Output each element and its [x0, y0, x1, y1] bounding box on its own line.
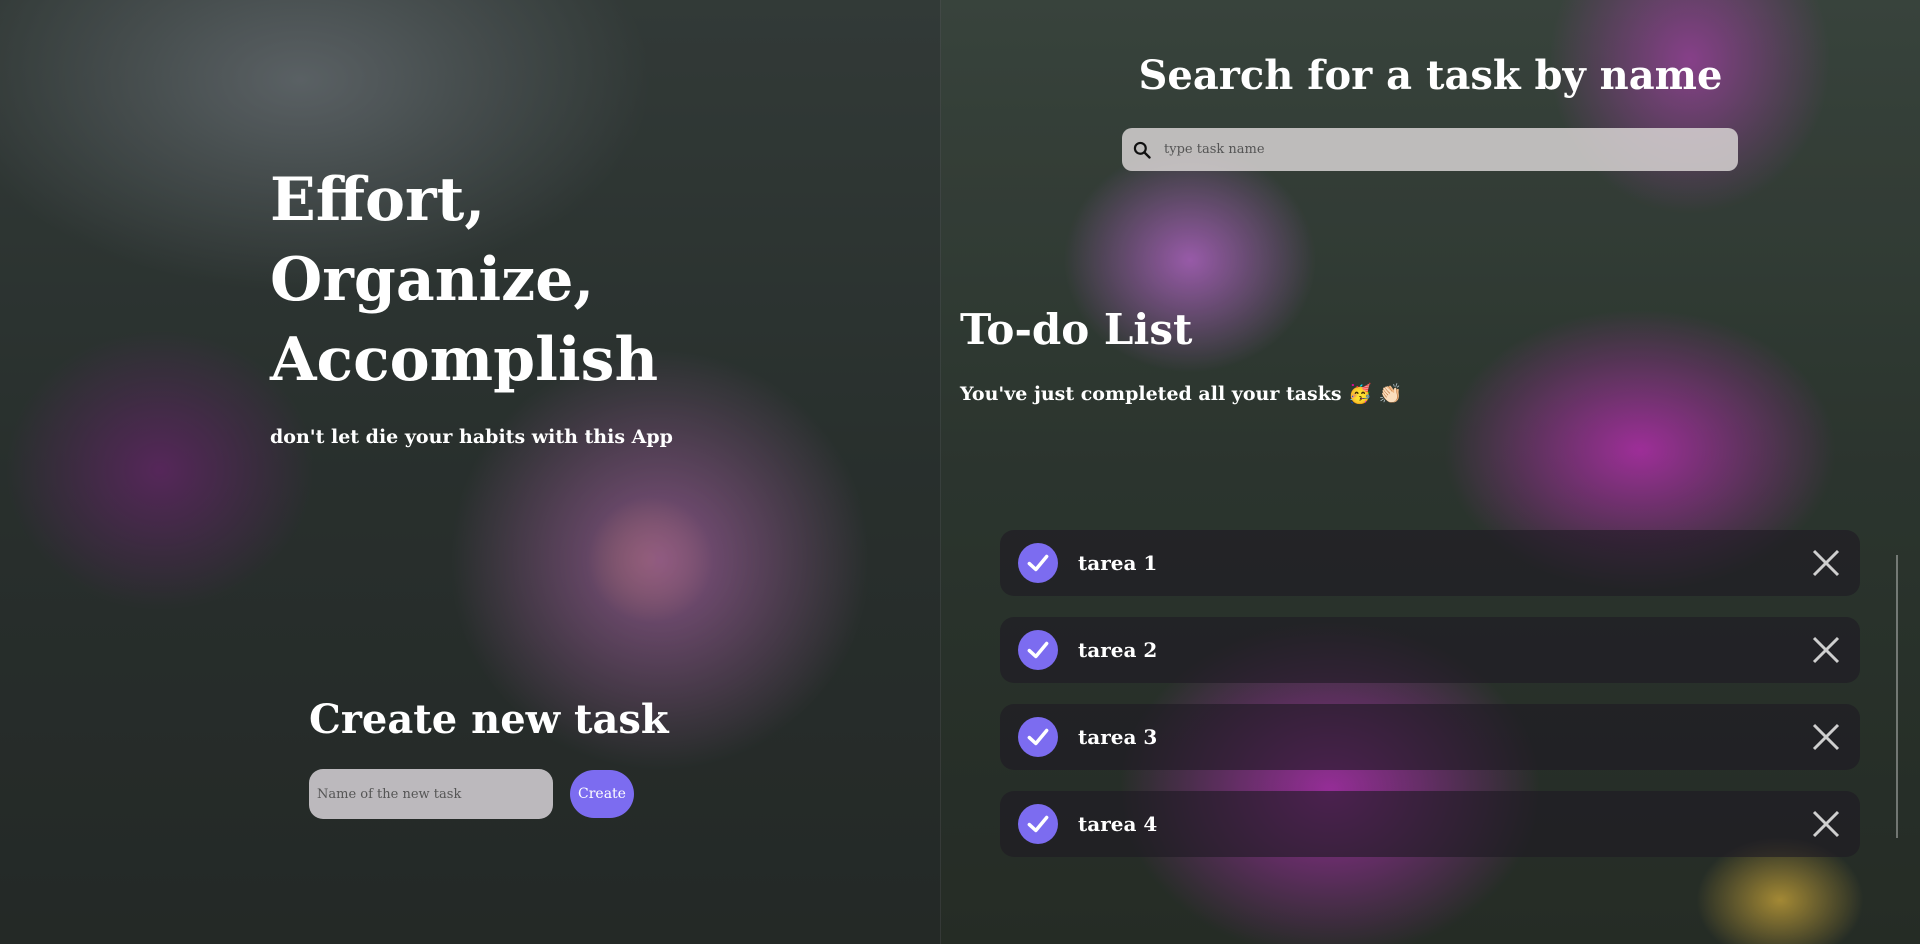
- search-icon: [1133, 141, 1151, 159]
- task-label: tarea 3: [1078, 725, 1158, 749]
- create-task-row: Create: [309, 769, 669, 819]
- check-icon[interactable]: [1018, 717, 1058, 757]
- check-icon[interactable]: [1018, 804, 1058, 844]
- search-title: Search for a task by name: [1138, 52, 1723, 99]
- task-item: tarea 2: [1000, 617, 1860, 683]
- close-icon[interactable]: [1810, 808, 1842, 840]
- todo-status-text: You've just completed all your tasks 🥳 👏…: [960, 383, 1403, 405]
- search-box[interactable]: [1122, 128, 1738, 171]
- task-item: tarea 3: [1000, 704, 1860, 770]
- hero-heading: Effort, Organize, Accomplish: [270, 160, 673, 400]
- task-label: tarea 2: [1078, 638, 1158, 662]
- check-icon[interactable]: [1018, 630, 1058, 670]
- hero-line-1: Effort,: [270, 165, 486, 235]
- close-icon[interactable]: [1810, 634, 1842, 666]
- hero-line-2: Organize,: [270, 245, 595, 315]
- close-icon[interactable]: [1810, 547, 1842, 579]
- task-list: tarea 1 tarea 2 tarea 3 tarea 4: [1000, 530, 1860, 878]
- task-item: tarea 4: [1000, 791, 1860, 857]
- hero-tagline: don't let die your habits with this App: [270, 426, 673, 448]
- create-button[interactable]: Create: [570, 770, 634, 818]
- task-list-scrollbar[interactable]: [1896, 555, 1898, 838]
- close-icon[interactable]: [1810, 721, 1842, 753]
- create-task-section: Create new task Create: [309, 696, 669, 819]
- search-input[interactable]: [1162, 141, 1738, 158]
- task-label: tarea 1: [1078, 551, 1158, 575]
- new-task-input[interactable]: [309, 769, 553, 819]
- hero-line-3: Accomplish: [270, 325, 659, 395]
- hero-section: Effort, Organize, Accomplish don't let d…: [270, 160, 673, 448]
- todo-title: To-do List: [960, 305, 1193, 354]
- check-icon[interactable]: [1018, 543, 1058, 583]
- task-item: tarea 1: [1000, 530, 1860, 596]
- create-task-title: Create new task: [309, 696, 669, 743]
- task-label: tarea 4: [1078, 812, 1158, 836]
